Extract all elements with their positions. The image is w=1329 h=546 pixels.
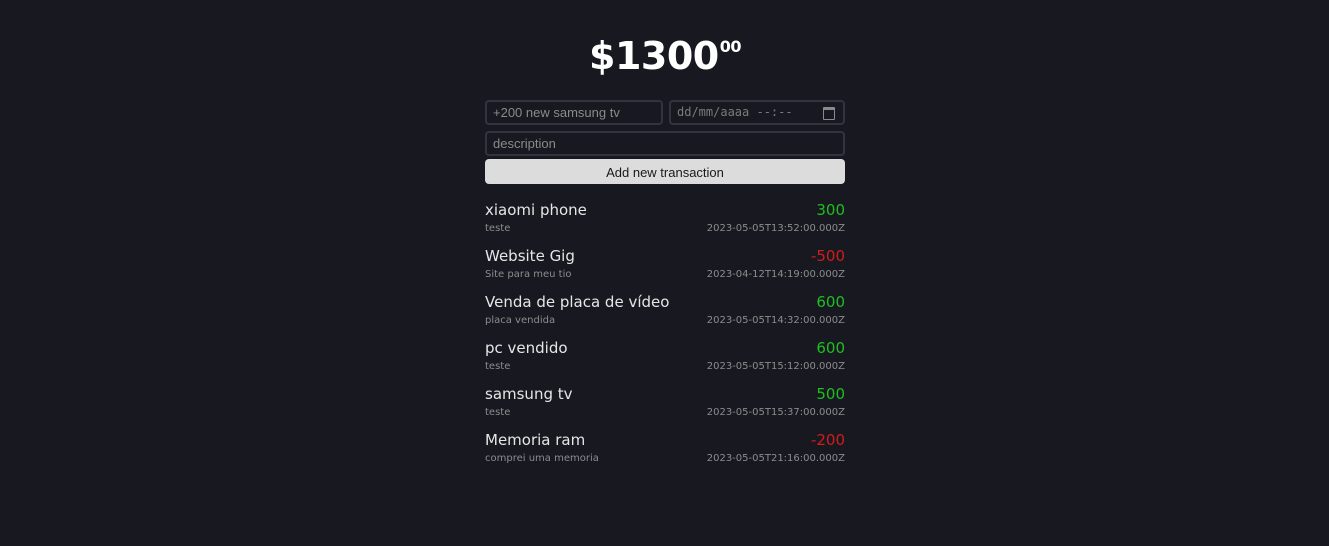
transaction-datetime: 2023-05-05T14:32:00.000Z	[706, 315, 845, 326]
transaction-datetime: 2023-05-05T15:37:00.000Z	[706, 407, 845, 418]
transaction-item: Website Gig -500 Site para meu tio 2023-04-…	[485, 247, 845, 293]
transaction-item: Memoria ram -200 comprei uma memoria 2023-0…	[485, 431, 845, 477]
add-transaction-button[interactable]: Add new transaction	[485, 159, 845, 184]
transaction-price: -500	[810, 247, 845, 265]
transaction-name: Venda de placa de vídeo	[485, 293, 670, 311]
description-input[interactable]: description	[485, 131, 845, 156]
calendar-icon[interactable]	[823, 107, 835, 120]
transaction-datetime: 2023-05-05T21:16:00.000Z	[706, 453, 845, 464]
transaction-description: teste	[485, 223, 511, 234]
transaction-price: 300	[816, 201, 845, 219]
balance-heading: $130000	[485, 33, 845, 79]
datetime-placeholder: dd/mm/aaaa --:--	[677, 105, 793, 119]
transaction-name: xiaomi phone	[485, 201, 587, 219]
balance-cents: 00	[719, 37, 742, 56]
transaction-datetime: 2023-05-05T15:12:00.000Z	[706, 361, 845, 372]
transaction-price: -200	[810, 431, 845, 449]
description-placeholder: description	[493, 136, 556, 151]
transaction-name: Memoria ram	[485, 431, 586, 449]
transaction-price: 600	[816, 339, 845, 357]
transaction-item: samsung tv 500 teste 2023-05-05T15:37:00.00…	[485, 385, 845, 431]
main-container: $130000 +200 new samsung tv dd/mm/aaaa -…	[485, 0, 845, 464]
transaction-description: Site para meu tio	[485, 269, 572, 280]
transaction-description: placa vendida	[485, 315, 556, 326]
transaction-name: Website Gig	[485, 247, 575, 265]
transaction-price: 600	[816, 293, 845, 311]
transaction-description: teste	[485, 407, 511, 418]
transaction-name-input[interactable]: +200 new samsung tv	[485, 100, 663, 125]
balance-amount: $1300	[589, 34, 719, 78]
transaction-datetime: 2023-05-05T13:52:00.000Z	[706, 223, 845, 234]
transaction-name-placeholder: +200 new samsung tv	[493, 105, 620, 120]
transaction-name: samsung tv	[485, 385, 573, 403]
transaction-item: xiaomi phone 300 teste 2023-05-05T13:52:00.…	[485, 201, 845, 247]
transaction-description: teste	[485, 361, 511, 372]
transaction-price: 500	[816, 385, 845, 403]
datetime-input[interactable]: dd/mm/aaaa --:--	[669, 100, 845, 125]
transaction-item: Venda de placa de vídeo 600 placa vendida 2…	[485, 293, 845, 339]
transaction-datetime: 2023-04-12T14:19:00.000Z	[706, 269, 845, 280]
transaction-description: comprei uma memoria	[485, 453, 599, 464]
transaction-item: pc vendido 600 teste 2023-05-05T15:12:00.00…	[485, 339, 845, 385]
form-row-top: +200 new samsung tv dd/mm/aaaa --:--	[485, 100, 845, 125]
transaction-name: pc vendido	[485, 339, 568, 357]
transaction-list: xiaomi phone 300 teste 2023-05-05T13:52:00.…	[485, 201, 845, 477]
